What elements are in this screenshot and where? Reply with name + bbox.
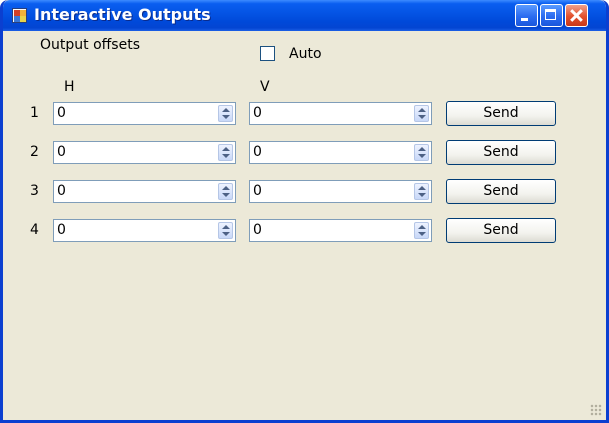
h-offset-input[interactable]: 0 bbox=[53, 219, 236, 242]
title-bar[interactable]: Interactive Outputs bbox=[3, 0, 606, 31]
h-offset-input[interactable]: 0 bbox=[53, 102, 236, 125]
auto-label[interactable]: Auto bbox=[289, 46, 322, 62]
up-down-spinner-icon[interactable] bbox=[414, 144, 429, 161]
v-offset-input[interactable]: 0 bbox=[249, 180, 432, 203]
up-down-spinner-icon[interactable] bbox=[218, 105, 233, 122]
v-offset-value[interactable]: 0 bbox=[253, 183, 262, 199]
send-button[interactable]: Send bbox=[446, 218, 556, 243]
row-number: 4 bbox=[30, 222, 39, 238]
up-down-spinner-icon[interactable] bbox=[414, 105, 429, 122]
auto-checkbox[interactable] bbox=[260, 46, 275, 61]
column-header-h: H bbox=[64, 79, 75, 95]
row-number: 1 bbox=[30, 105, 39, 121]
resize-grip-icon[interactable] bbox=[590, 404, 602, 416]
v-offset-value[interactable]: 0 bbox=[253, 105, 262, 121]
app-window: Interactive Outputs Output offsets Auto … bbox=[0, 0, 609, 423]
window-title: Interactive Outputs bbox=[34, 5, 211, 24]
up-down-spinner-icon[interactable] bbox=[414, 183, 429, 200]
h-offset-input[interactable]: 0 bbox=[53, 141, 236, 164]
row-number: 3 bbox=[30, 183, 39, 199]
close-button[interactable] bbox=[565, 4, 588, 27]
app-window-icon bbox=[12, 8, 27, 23]
h-offset-input[interactable]: 0 bbox=[53, 180, 236, 203]
v-offset-input[interactable]: 0 bbox=[249, 102, 432, 125]
up-down-spinner-icon[interactable] bbox=[218, 183, 233, 200]
up-down-spinner-icon[interactable] bbox=[414, 222, 429, 239]
minimize-button[interactable] bbox=[515, 4, 538, 27]
h-offset-value[interactable]: 0 bbox=[57, 144, 66, 160]
up-down-spinner-icon[interactable] bbox=[218, 144, 233, 161]
column-header-v: V bbox=[260, 79, 270, 95]
v-offset-value[interactable]: 0 bbox=[253, 144, 262, 160]
v-offset-value[interactable]: 0 bbox=[253, 222, 262, 238]
send-button[interactable]: Send bbox=[446, 101, 556, 126]
h-offset-value[interactable]: 0 bbox=[57, 105, 66, 121]
output-offsets-label: Output offsets bbox=[40, 37, 140, 53]
maximize-button[interactable] bbox=[540, 4, 563, 27]
v-offset-input[interactable]: 0 bbox=[249, 219, 432, 242]
send-button[interactable]: Send bbox=[446, 140, 556, 165]
up-down-spinner-icon[interactable] bbox=[218, 222, 233, 239]
send-button[interactable]: Send bbox=[446, 179, 556, 204]
h-offset-value[interactable]: 0 bbox=[57, 183, 66, 199]
row-number: 2 bbox=[30, 144, 39, 160]
h-offset-value[interactable]: 0 bbox=[57, 222, 66, 238]
v-offset-input[interactable]: 0 bbox=[249, 141, 432, 164]
